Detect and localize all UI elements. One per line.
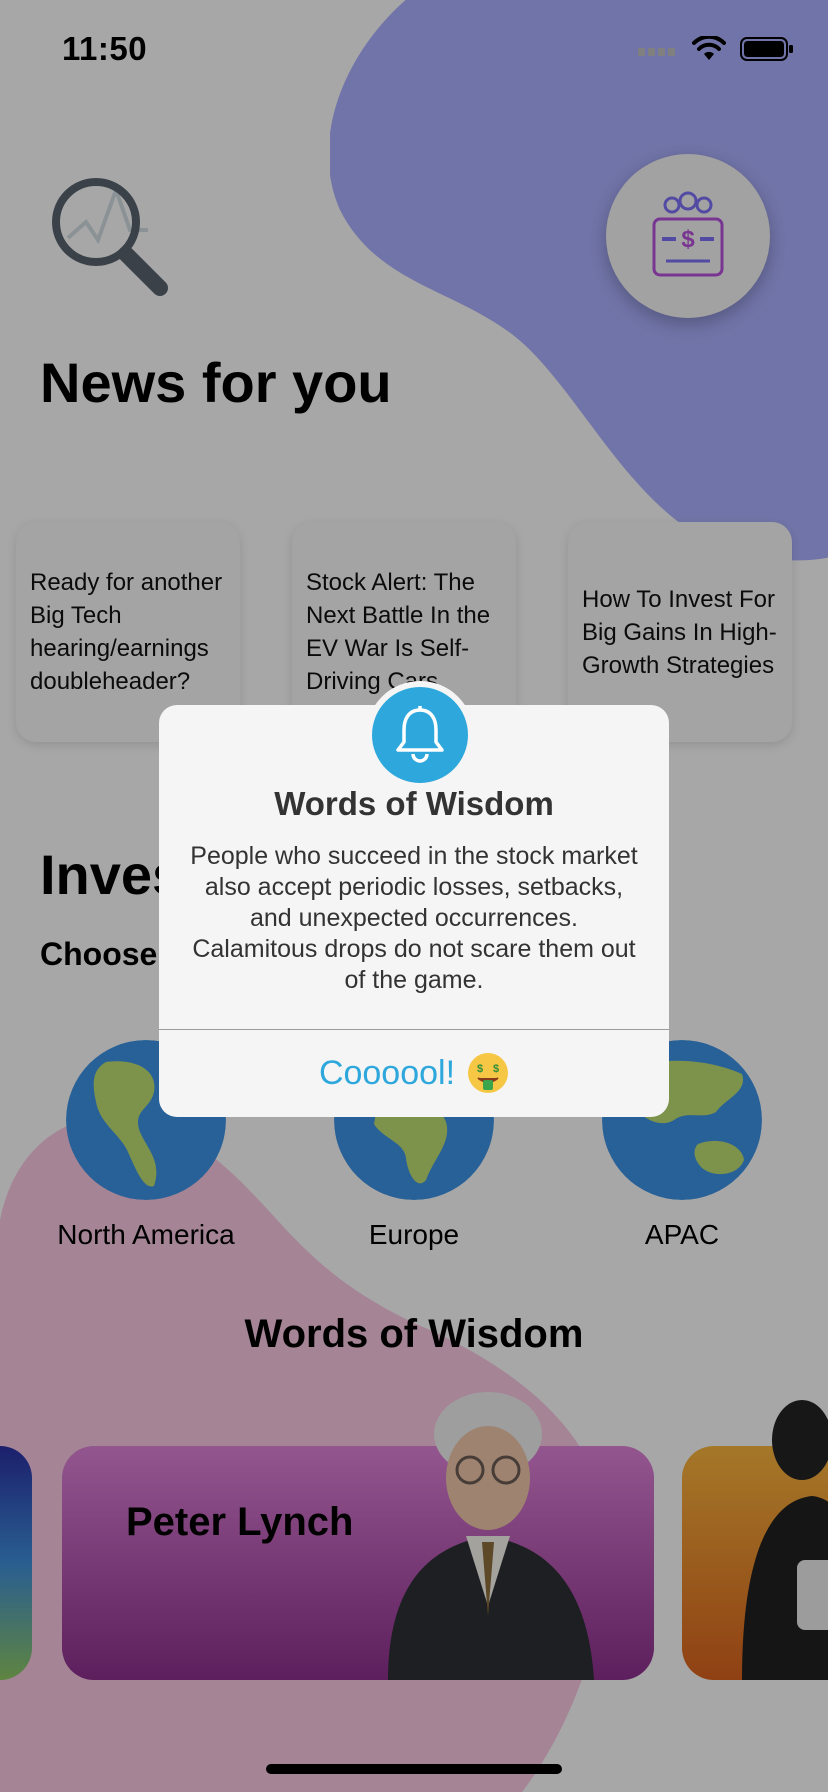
alert-message: People who succeed in the stock market a… [190, 842, 638, 994]
alert-badge [366, 681, 474, 789]
alert-title: Words of Wisdom [274, 785, 554, 822]
svg-text:$: $ [493, 1063, 499, 1075]
words-of-wisdom-alert: Words of Wisdom People who succeed in th… [159, 681, 669, 1117]
bell-icon [396, 706, 444, 763]
svg-text:$: $ [477, 1063, 483, 1075]
alert-confirm-button[interactable]: Coooool! $ $ [159, 1030, 669, 1116]
alert-confirm-label: Coooool! [318, 1053, 456, 1092]
money-mouth-face-icon: $ $ [468, 1053, 509, 1093]
